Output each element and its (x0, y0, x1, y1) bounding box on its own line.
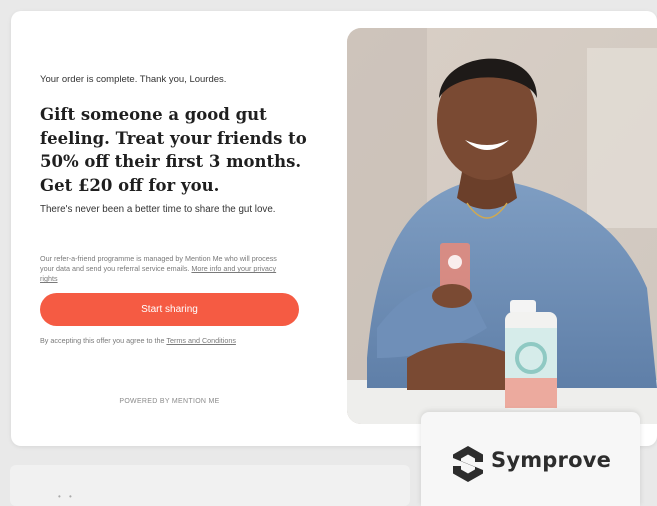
start-sharing-label: Start sharing (141, 304, 198, 315)
brand-name: Symprove (491, 448, 612, 472)
offer-headline: Gift someone a good gut feeling. Treat y… (40, 105, 307, 195)
powered-by-text: POWERED BY MENTION ME (119, 398, 220, 405)
start-sharing-button[interactable]: Start sharing (40, 293, 299, 326)
background-dots: • • (58, 492, 75, 501)
hero-photo (347, 28, 657, 424)
terms-notice: By accepting this offer you agree to the… (40, 336, 236, 345)
terms-link[interactable]: Terms and Conditions (166, 336, 236, 345)
offer-subtitle: There's never been a better time to shar… (40, 204, 276, 215)
privacy-notice: Our refer-a-friend programme is managed … (40, 254, 290, 284)
terms-prefix: By accepting this offer you agree to the (40, 336, 165, 345)
order-confirmation-text: Your order is complete. Thank you, Lourd… (40, 74, 227, 85)
symprove-logo-icon (453, 446, 483, 482)
brand-logo-card: Symprove (421, 412, 640, 506)
